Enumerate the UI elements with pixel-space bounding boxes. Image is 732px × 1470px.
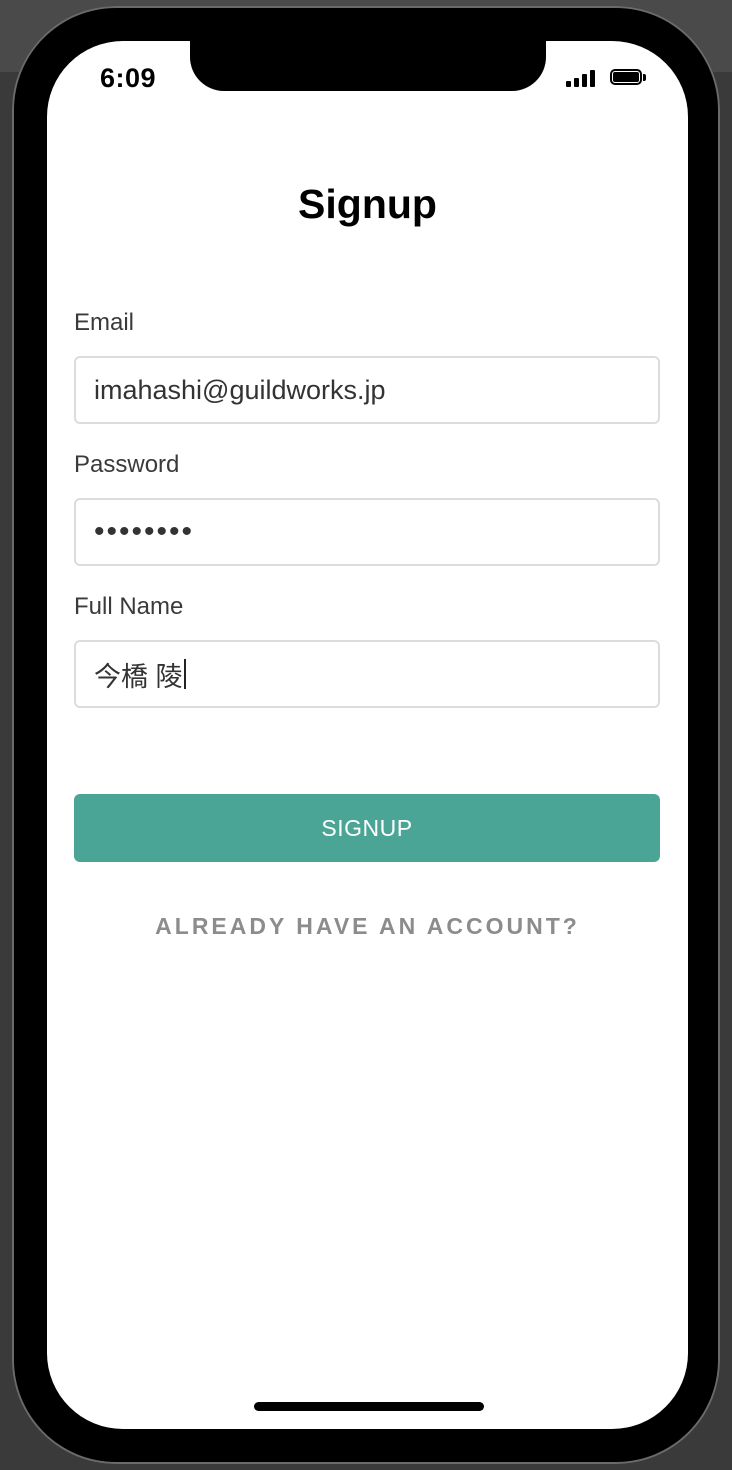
text-cursor xyxy=(183,659,186,689)
status-time: 6:09 xyxy=(100,63,157,93)
email-field-value: imahashi@guildworks.jp xyxy=(94,374,386,405)
signup-button[interactable]: SIGNUP xyxy=(74,794,660,862)
full-name-label: Full Name xyxy=(74,593,184,620)
signup-button-label: SIGNUP xyxy=(321,814,413,841)
email-field[interactable]: imahashi@guildworks.jp xyxy=(74,356,660,424)
password-field-value: •••••••• xyxy=(94,515,195,548)
page-title: Signup xyxy=(298,181,437,227)
device-notch xyxy=(190,41,546,91)
email-label: Email xyxy=(74,309,135,336)
battery-icon xyxy=(610,69,646,87)
already-have-account-link[interactable]: ALREADY HAVE AN ACCOUNT? xyxy=(47,913,688,940)
password-label: Password xyxy=(74,451,180,478)
app-screen: 6:09 Signup Email imahashi@guildworks.jp… xyxy=(47,41,688,1429)
full-name-field-value: 今橋 陵 xyxy=(94,661,183,692)
phone-frame: 6:09 Signup Email imahashi@guildworks.jp… xyxy=(12,6,720,1464)
cellular-signal-icon xyxy=(566,69,598,87)
home-indicator[interactable] xyxy=(254,1402,484,1411)
full-name-field[interactable]: 今橋 陵 xyxy=(74,640,660,708)
password-field[interactable]: •••••••• xyxy=(74,498,660,566)
